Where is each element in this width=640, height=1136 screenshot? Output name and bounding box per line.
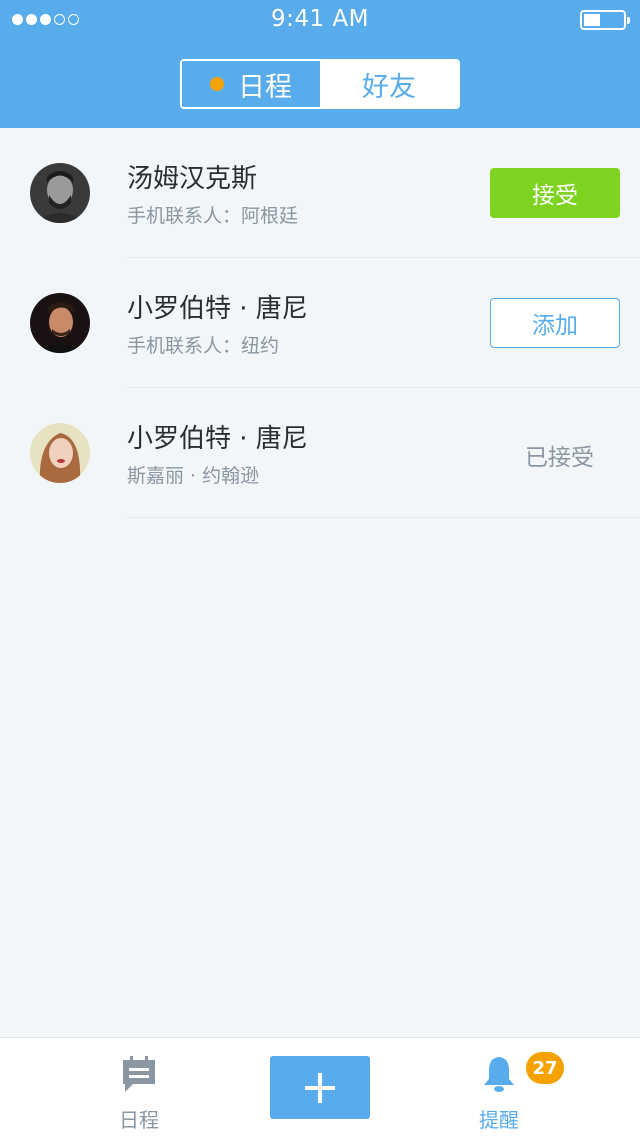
friend-list: 汤姆汉克斯 手机联系人：阿根廷 接受 小罗伯特 · 唐尼 手机联系人：纽约 添加 bbox=[0, 128, 640, 518]
tabbar-schedule-label: 日程 bbox=[119, 1108, 159, 1132]
bottom-tab-bar: 日程 提醒 27 bbox=[0, 1037, 640, 1136]
divider bbox=[126, 517, 640, 518]
avatar bbox=[30, 163, 90, 223]
list-item[interactable]: 小罗伯特 · 唐尼 斯嘉丽 · 约翰逊 已接受 bbox=[0, 388, 640, 518]
friend-source: 斯嘉丽 · 约翰逊 bbox=[127, 465, 260, 487]
segmented-control: 日程 好友 bbox=[180, 59, 460, 109]
tab-friends-label: 好友 bbox=[362, 71, 416, 103]
unread-dot-icon bbox=[210, 77, 224, 91]
accepted-status: 已接受 bbox=[525, 445, 594, 471]
calendar-note-icon bbox=[123, 1056, 155, 1092]
avatar bbox=[30, 423, 90, 483]
tabbar-schedule[interactable]: 日程 bbox=[99, 1054, 179, 1133]
friend-source: 手机联系人：阿根廷 bbox=[127, 205, 299, 227]
add-button[interactable] bbox=[270, 1056, 370, 1119]
plus-icon bbox=[305, 1072, 335, 1103]
accept-button[interactable]: 接受 bbox=[490, 168, 620, 218]
notification-badge: 27 bbox=[526, 1052, 564, 1084]
status-time: 9:41 AM bbox=[270, 6, 370, 32]
add-friend-button[interactable]: 添加 bbox=[490, 298, 620, 348]
list-item[interactable]: 小罗伯特 · 唐尼 手机联系人：纽约 添加 bbox=[0, 258, 640, 388]
avatar bbox=[30, 293, 90, 353]
list-item[interactable]: 汤姆汉克斯 手机联系人：阿根廷 接受 bbox=[0, 128, 640, 258]
bell-icon bbox=[484, 1057, 514, 1092]
tab-schedule-label: 日程 bbox=[238, 71, 292, 103]
friend-source: 手机联系人：纽约 bbox=[127, 335, 280, 357]
friend-name: 小罗伯特 · 唐尼 bbox=[127, 424, 308, 454]
friend-name: 小罗伯特 · 唐尼 bbox=[127, 294, 308, 324]
tab-schedule[interactable]: 日程 bbox=[182, 61, 320, 107]
battery-icon bbox=[580, 10, 630, 30]
friend-name: 汤姆汉克斯 bbox=[127, 164, 258, 194]
header: 9:41 AM 日程 好友 bbox=[0, 0, 640, 128]
status-bar: 9:41 AM bbox=[0, 0, 640, 40]
tab-friends[interactable]: 好友 bbox=[320, 61, 458, 107]
tabbar-remind-label: 提醒 bbox=[479, 1108, 519, 1132]
